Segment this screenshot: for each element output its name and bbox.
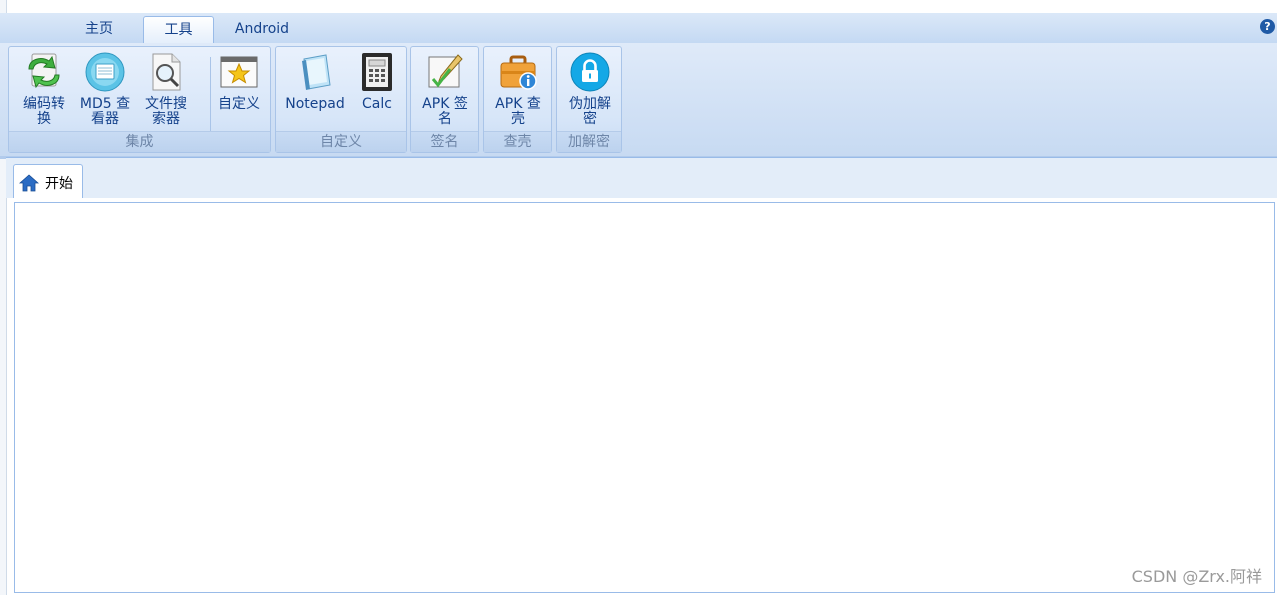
md5-disc-icon	[84, 51, 126, 93]
ribbon-group-shell-check: APK 查 壳 查壳	[483, 46, 552, 153]
ribbon-separator	[210, 57, 211, 133]
group-label-sign: 签名	[411, 131, 478, 152]
ribbon-group-crypto: 伪加解 密 加解密	[556, 46, 622, 153]
pseudo-encrypt-label: 伪加解 密	[569, 96, 611, 127]
file-search-button[interactable]: 文件搜 索器	[138, 51, 194, 127]
apk-shell-check-button[interactable]: APK 查 壳	[488, 51, 548, 127]
ribbon-group-sign: APK 签 名 签名	[410, 46, 479, 153]
group-label-crypto: 加解密	[557, 131, 621, 152]
ribbon-group-integration: 编码转 换 MD5 查 看器 文件搜 索器 自定义 集成	[8, 46, 271, 153]
lock-icon	[569, 51, 611, 93]
file-search-icon	[145, 51, 187, 93]
encoding-convert-button[interactable]: 编码转 换	[16, 51, 72, 127]
sign-pen-icon	[424, 51, 466, 93]
file-search-label: 文件搜 索器	[145, 96, 187, 127]
briefcase-info-icon	[497, 51, 539, 93]
pseudo-encrypt-button[interactable]: 伪加解 密	[560, 51, 620, 127]
tab-start-label: 开始	[45, 176, 73, 192]
calculator-icon	[356, 51, 398, 93]
home-icon	[18, 174, 40, 196]
tab-start[interactable]: 开始	[13, 164, 83, 198]
apk-shell-check-label: APK 查 壳	[495, 96, 541, 127]
notepad-label: Notepad	[285, 96, 345, 112]
custom-tool-button[interactable]: 自定义	[212, 51, 266, 112]
star-window-icon	[218, 51, 260, 93]
tab-home[interactable]: 主页	[67, 16, 131, 43]
apk-sign-label: APK 签 名	[422, 96, 468, 127]
tab-android[interactable]: Android	[222, 16, 302, 43]
apk-sign-button[interactable]: APK 签 名	[415, 51, 475, 127]
ribbon-tab-strip: 主页 工具 Android ?	[0, 13, 1277, 44]
group-label-shell-check: 查壳	[484, 131, 551, 152]
document-tab-bar: 开始	[6, 157, 1277, 198]
tab-tools[interactable]: 工具	[143, 16, 214, 44]
encoding-convert-label: 编码转 换	[23, 96, 65, 127]
notepad-icon	[294, 51, 336, 93]
group-label-custom: 自定义	[276, 131, 406, 152]
md5-viewer-button[interactable]: MD5 查 看器	[76, 51, 134, 127]
ribbon-panel: 编码转 换 MD5 查 看器 文件搜 索器 自定义 集成 Notepad Cal…	[0, 43, 1277, 159]
ribbon-group-custom: Notepad Calc 自定义	[275, 46, 407, 153]
content-area[interactable]	[14, 202, 1275, 593]
convert-arrows-icon	[23, 51, 65, 93]
group-label-integration: 集成	[9, 131, 270, 152]
custom-tool-label: 自定义	[218, 96, 260, 112]
question-icon[interactable]: ?	[1260, 19, 1275, 34]
notepad-button[interactable]: Notepad	[282, 51, 348, 112]
watermark-text: CSDN @Zrx.阿祥	[1131, 567, 1262, 586]
calc-button[interactable]: Calc	[352, 51, 402, 112]
md5-viewer-label: MD5 查 看器	[79, 96, 131, 127]
calc-label: Calc	[362, 96, 392, 112]
